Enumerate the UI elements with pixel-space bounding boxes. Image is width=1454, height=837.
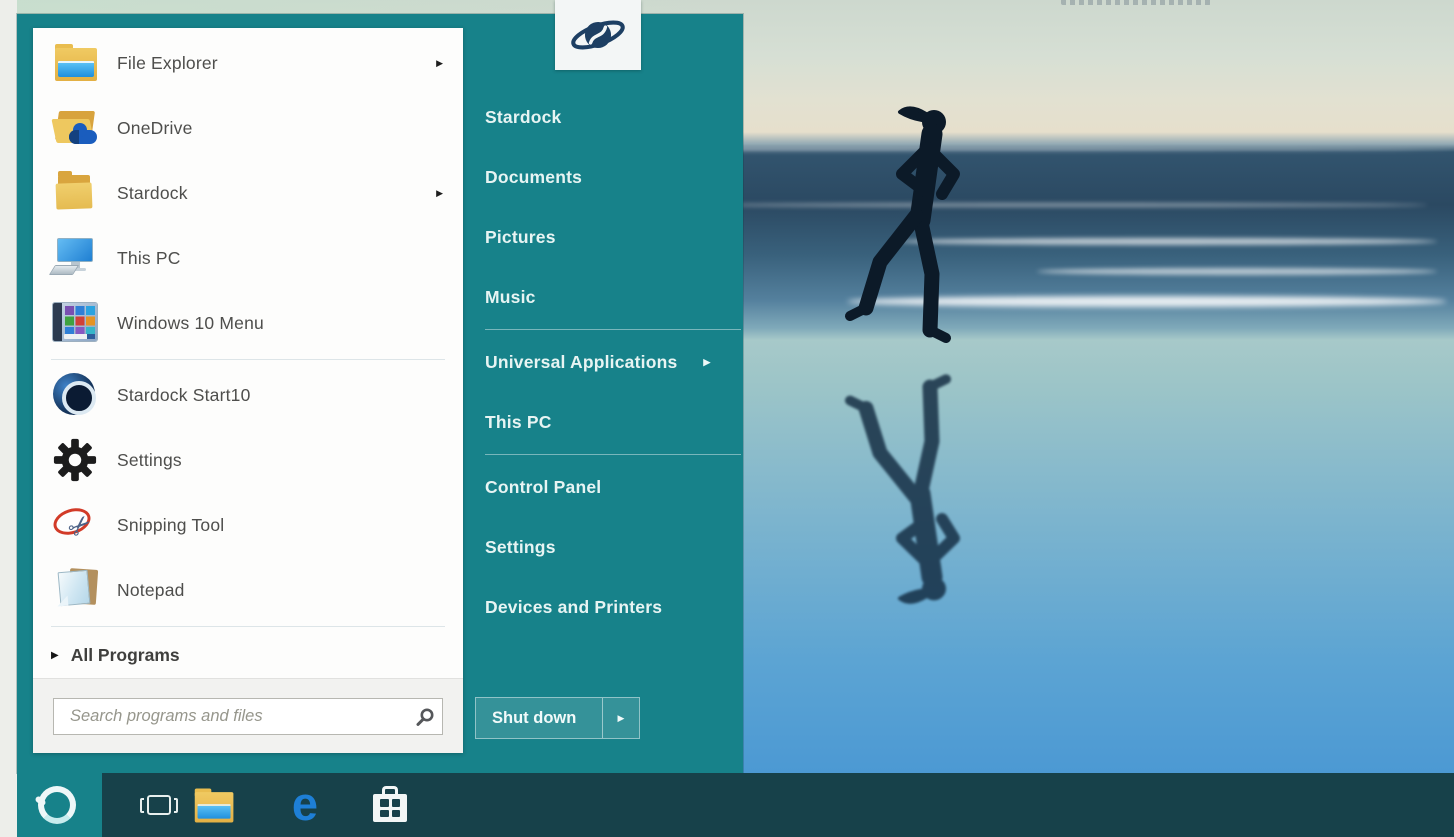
right-item-label: Devices and Printers <box>485 597 662 618</box>
menu-item-file-explorer[interactable]: File Explorer ▶ <box>33 31 463 96</box>
expand-arrow-icon: ▶ <box>51 650 59 661</box>
task-view-icon <box>139 794 179 816</box>
menu-divider <box>51 626 445 627</box>
right-item-this-pc[interactable]: This PC <box>485 392 743 452</box>
right-item-label: Documents <box>485 167 582 188</box>
right-item-label: Music <box>485 287 536 308</box>
runner-reflection <box>830 356 990 608</box>
all-programs-label: All Programs <box>71 645 180 666</box>
this-pc-icon <box>51 234 103 284</box>
menu-item-notepad[interactable]: Notepad <box>33 558 463 623</box>
right-item-label: Pictures <box>485 227 556 248</box>
shutdown-button[interactable]: Shut down ▶ <box>475 697 640 739</box>
right-item-label: Settings <box>485 537 556 558</box>
start10-button[interactable] <box>33 773 81 837</box>
right-item-label: Universal Applications <box>485 352 677 373</box>
menu-item-label: This PC <box>117 248 449 269</box>
submenu-arrow-icon: ▶ <box>703 357 710 368</box>
start-menu-left-panel: File Explorer ▶ OneDrive Stardock ▶ This… <box>33 28 463 753</box>
start-menu-right-panel: Stardock Documents Pictures Music Univer… <box>485 87 743 637</box>
right-item-stardock[interactable]: Stardock <box>485 87 743 147</box>
menu-divider <box>51 359 445 360</box>
store-button[interactable] <box>366 773 414 837</box>
file-explorer-icon <box>191 784 239 826</box>
start10-ring-icon <box>37 785 77 825</box>
search-section <box>33 678 463 753</box>
menu-item-label: File Explorer <box>117 53 436 74</box>
right-item-control-panel[interactable]: Control Panel <box>485 457 743 517</box>
menu-item-stardock[interactable]: Stardock ▶ <box>33 161 463 226</box>
snipping-tool-icon: ✂ <box>51 501 103 551</box>
menu-item-label: Windows 10 Menu <box>117 313 449 334</box>
submenu-arrow-icon: ▶ <box>436 188 443 199</box>
submenu-arrow-icon: ▶ <box>618 713 625 724</box>
menu-item-windows10-menu[interactable]: Windows 10 Menu <box>33 291 463 356</box>
right-item-devices-and-printers[interactable]: Devices and Printers <box>485 577 743 637</box>
submenu-arrow-icon: ▶ <box>436 58 443 69</box>
right-item-documents[interactable]: Documents <box>485 147 743 207</box>
right-item-label: Control Panel <box>485 477 601 498</box>
menu-item-snipping-tool[interactable]: ✂ Snipping Tool <box>33 493 463 558</box>
task-view-button[interactable] <box>135 773 183 837</box>
shutdown-options-arrow[interactable]: ▶ <box>603 698 639 738</box>
onedrive-icon <box>51 104 103 154</box>
right-item-label: Stardock <box>485 107 562 128</box>
menu-item-this-pc[interactable]: This PC <box>33 226 463 291</box>
gear-icon <box>51 436 103 486</box>
taskbar: e <box>17 773 1454 837</box>
menu-divider <box>485 329 741 330</box>
search-input[interactable] <box>54 707 408 726</box>
file-explorer-icon <box>51 39 103 89</box>
runner-silhouette <box>830 102 990 362</box>
menu-item-label: Notepad <box>117 580 449 601</box>
stardock-logo-tile <box>555 0 641 70</box>
menu-item-label: Stardock Start10 <box>117 385 449 406</box>
menu-item-label: Settings <box>117 450 449 471</box>
edge-icon: e <box>292 780 318 827</box>
start-menu: File Explorer ▶ OneDrive Stardock ▶ This… <box>17 14 743 773</box>
shutdown-label: Shut down <box>476 698 602 738</box>
wave-foam <box>1037 268 1437 275</box>
menu-item-stardock-start10[interactable]: Stardock Start10 <box>33 363 463 428</box>
store-icon <box>372 785 408 825</box>
menu-divider <box>485 454 741 455</box>
menu-item-settings[interactable]: Settings <box>33 428 463 493</box>
menu-item-label: OneDrive <box>117 118 449 139</box>
edge-button[interactable]: e <box>281 773 329 837</box>
menu-item-label: Stardock <box>117 183 436 204</box>
folder-icon <box>51 169 103 219</box>
cropped-caption-artifact <box>1061 0 1211 5</box>
right-item-label: This PC <box>485 412 552 433</box>
right-item-pictures[interactable]: Pictures <box>485 207 743 267</box>
notepad-icon <box>51 566 103 616</box>
start10-icon <box>51 371 103 421</box>
file-explorer-button[interactable] <box>198 773 246 837</box>
right-item-universal-applications[interactable]: Universal Applications ▶ <box>485 332 743 392</box>
search-box <box>53 698 443 735</box>
right-item-settings[interactable]: Settings <box>485 517 743 577</box>
desktop-screen: File Explorer ▶ OneDrive Stardock ▶ This… <box>0 0 1454 837</box>
all-programs-item[interactable]: ▶ All Programs <box>33 630 463 680</box>
menu-item-onedrive[interactable]: OneDrive <box>33 96 463 161</box>
magnifier-icon[interactable] <box>408 707 442 727</box>
right-item-music[interactable]: Music <box>485 267 743 327</box>
windows10-menu-icon <box>51 299 103 349</box>
stardock-saturn-logo <box>569 8 627 62</box>
wave-foam <box>707 203 1427 207</box>
menu-item-label: Snipping Tool <box>117 515 449 536</box>
